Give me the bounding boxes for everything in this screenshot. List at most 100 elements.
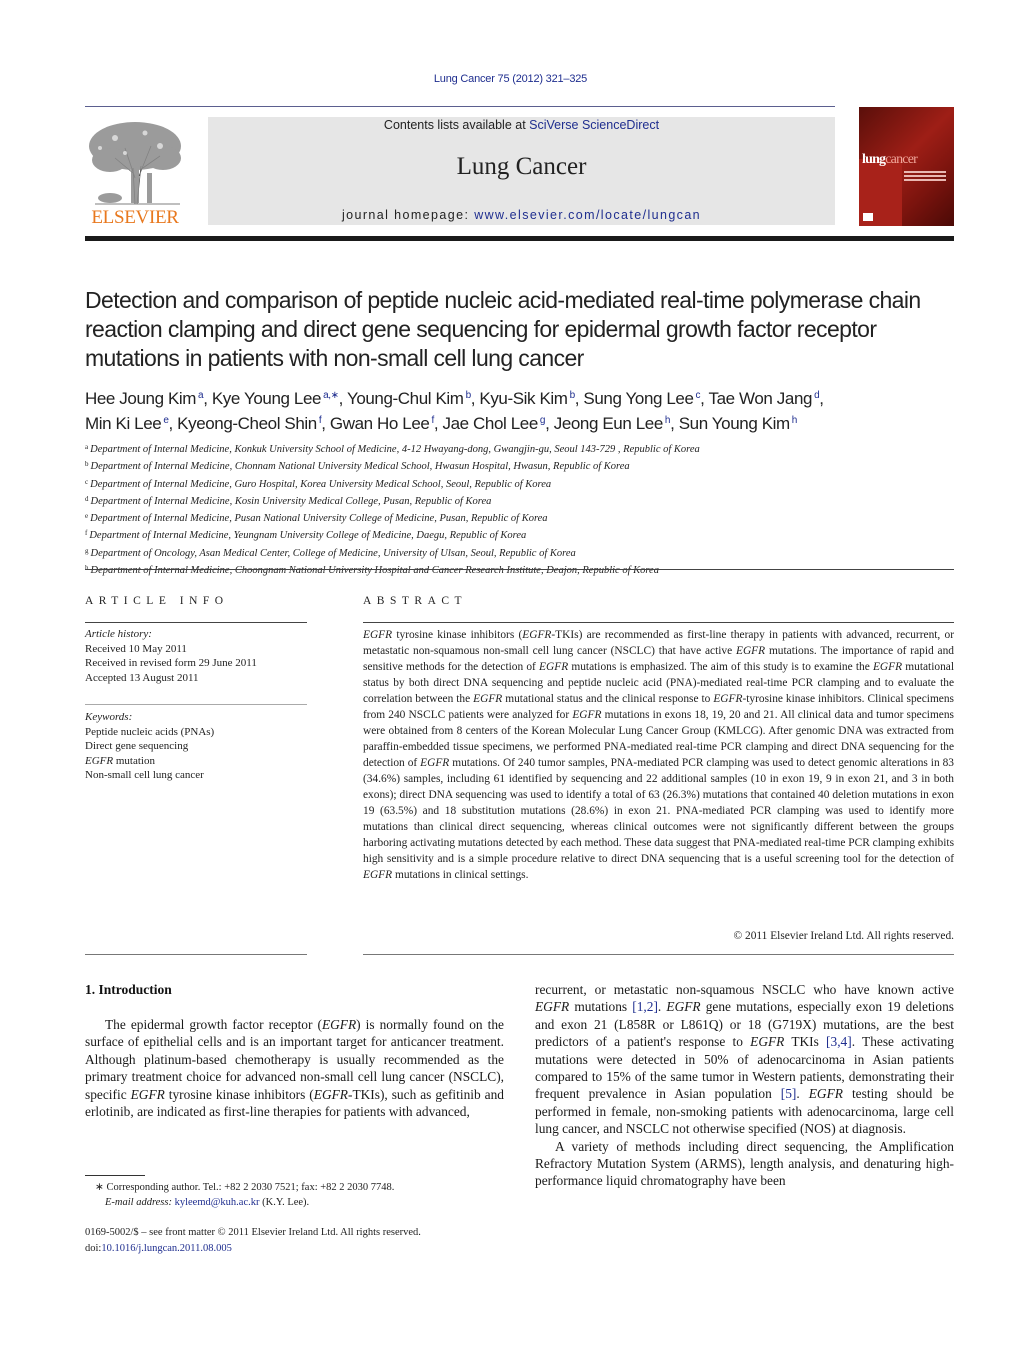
intro-paragraph-2: A variety of methods including direct se… <box>535 1138 954 1189</box>
affiliation-key: e <box>85 512 89 521</box>
abstract-heading: ABSTRACT <box>363 595 468 607</box>
journal-cover-image[interactable]: lungcancer <box>859 107 954 226</box>
gene-name: EGFR <box>535 999 570 1015</box>
elsevier-logo[interactable]: ELSEVIER <box>85 118 185 228</box>
author-name[interactable]: Jeong Eun Lee <box>554 414 664 433</box>
gene-name: EGFR <box>572 709 602 721</box>
author-name[interactable]: Jae Chol Lee <box>443 414 539 433</box>
affiliation-marker[interactable]: h <box>665 415 671 426</box>
article-title: Detection and comparison of peptide nucl… <box>85 287 921 371</box>
journal-title: Lung Cancer <box>456 153 587 180</box>
elsevier-tree-icon <box>89 122 181 205</box>
affiliation-key: d <box>85 494 89 503</box>
abstract-text: EGFR tyrosine kinase inhibitors (EGFR-TK… <box>363 629 954 881</box>
affiliation-marker[interactable]: d <box>814 390 820 401</box>
citation-link[interactable]: [1,2] <box>632 999 658 1014</box>
footnote-rule <box>85 1175 145 1176</box>
doi-line: doi:10.1016/j.lungcan.2011.08.005 <box>85 1241 525 1257</box>
doi-link[interactable]: 10.1016/j.lungcan.2011.08.005 <box>101 1243 232 1254</box>
email-suffix: (K.Y. Lee). <box>259 1196 310 1208</box>
doi-prefix: doi: <box>85 1242 102 1254</box>
keyword-item: Non-small cell lung cancer <box>85 769 204 781</box>
journal-homepage-link[interactable]: www.elsevier.com/locate/lungcan <box>474 208 701 222</box>
abstract-rule <box>363 622 954 623</box>
section-rule <box>85 569 954 570</box>
header-thick-rule <box>85 236 954 241</box>
author-name[interactable]: Sung Yong Lee <box>583 389 694 408</box>
affiliation-key: g <box>85 546 89 555</box>
keywords: Keywords: Peptide nucleic acids (PNAs) D… <box>85 710 315 783</box>
footnote-email-line: E-mail address: kyleemd@kuh.ac.kr (K.Y. … <box>85 1196 525 1211</box>
gene-name: EGFR <box>736 645 766 657</box>
gene-name: EGFR <box>666 999 701 1015</box>
author-name[interactable]: Gwan Ho Lee <box>330 414 430 433</box>
abstract-copyright: © 2011 Elsevier Ireland Ltd. All rights … <box>733 930 954 942</box>
affiliation-marker[interactable]: a,∗ <box>323 390 339 401</box>
affiliation-item: d Department of Internal Medicine, Kosin … <box>85 494 492 507</box>
affiliation-marker[interactable]: f <box>431 415 434 426</box>
journal-citation-link[interactable]: Lung Cancer 75 (2012) 321–325 <box>0 73 1021 85</box>
footnote-contact: Corresponding author. Tel.: +82 2 2030 7… <box>106 1182 395 1193</box>
gene-name: EGFR <box>321 1017 357 1032</box>
article-info-bottom-rule <box>85 954 307 955</box>
sciencedirect-link[interactable]: SciVerse ScienceDirect <box>529 118 659 132</box>
affiliation-item: f Department of Internal Medicine, Yeungn… <box>85 529 527 542</box>
affiliation-key: f <box>85 529 88 538</box>
gene-name: EGFR <box>750 1034 785 1050</box>
cover-title: lungcancer <box>862 152 918 168</box>
abstract-bottom-rule <box>363 954 954 955</box>
affiliation-marker[interactable]: h <box>792 415 798 426</box>
gene-name: EGFR <box>363 869 393 881</box>
affiliation-marker[interactable]: e <box>163 415 169 426</box>
affiliation-item: b Department of Internal Medicine, Chonna… <box>85 460 630 473</box>
cover-badge-icon <box>863 213 873 221</box>
author-name[interactable]: Kyu-Sik Kim <box>479 389 568 408</box>
author-name[interactable]: Kye Young Lee <box>212 389 322 408</box>
issn-line: 0169-5002/$ – see front matter © 2011 El… <box>85 1227 421 1238</box>
author-name[interactable]: Kyeong-Cheol Shin <box>177 414 317 433</box>
gene-name: EGFR <box>808 1086 843 1102</box>
affiliation-marker[interactable]: a <box>198 390 204 401</box>
author-name[interactable]: Hee Joung Kim <box>85 389 196 408</box>
footnote-line: ∗ Corresponding author. Tel.: +82 2 2030… <box>85 1181 525 1196</box>
body-right-column: recurrent, or metastatic non-squamous NS… <box>535 981 954 1190</box>
front-matter: 0169-5002/$ – see front matter © 2011 El… <box>85 1225 525 1256</box>
gene-name: EGFR <box>872 661 903 673</box>
article-history: Article history: Received 10 May 2011 Re… <box>85 627 315 685</box>
affiliation-marker[interactable]: b <box>570 390 576 401</box>
affiliation-marker[interactable]: f <box>319 415 322 426</box>
footnote-marker: ∗ <box>95 1182 104 1193</box>
affiliation-marker[interactable]: c <box>696 390 701 401</box>
keywords-label: Keywords: <box>85 711 133 723</box>
corresponding-author-footnote: ∗ Corresponding author. Tel.: +82 2 2030… <box>85 1181 525 1210</box>
affiliation-marker[interactable]: b <box>466 390 472 401</box>
gene-name: EGFR <box>130 1086 165 1102</box>
cover-title-bold: lung <box>862 152 886 167</box>
citation-link[interactable]: [3,4] <box>826 1034 852 1049</box>
author-email-link[interactable]: kyleemd@kuh.ac.kr <box>175 1197 260 1208</box>
author-name[interactable]: Tae Won Jang <box>709 389 813 408</box>
email-label: E-mail address: <box>105 1196 172 1208</box>
history-received: Received 10 May 2011 <box>85 642 187 655</box>
article-info-rule <box>85 622 307 623</box>
introduction-heading: 1. Introduction <box>85 982 172 997</box>
intro-paragraph-1-cont: recurrent, or metastatic non-squamous NS… <box>535 982 954 1137</box>
affiliation-key: b <box>85 460 89 469</box>
history-revised: Received in revised form 29 June 2011 <box>85 657 257 669</box>
article-info-heading: ARTICLE INFO <box>85 595 229 607</box>
affiliation-marker[interactable]: g <box>540 415 546 426</box>
citation-link[interactable]: [5] <box>781 1086 797 1101</box>
history-accepted: Accepted 13 August 2011 <box>85 671 199 684</box>
keyword-item: Peptide nucleic acids (PNAs) <box>85 725 215 738</box>
author-name[interactable]: Min Ki Lee <box>85 414 162 433</box>
header-top-rule <box>85 106 835 107</box>
affiliation-item: a Department of Internal Medicine, Konkuk… <box>85 443 700 455</box>
author-name[interactable]: Young-Chul Kim <box>347 389 464 408</box>
author-name[interactable]: Sun Young Kim <box>679 414 790 433</box>
keyword-item: EGFR mutation <box>85 754 155 767</box>
gene-name: EGFR <box>522 629 552 641</box>
contents-line: Contents lists available at SciVerse Sci… <box>208 118 835 132</box>
gene-name: EGFR <box>85 754 114 767</box>
affiliation-key: c <box>85 477 89 486</box>
contents-prefix: Contents lists available at <box>383 118 530 132</box>
